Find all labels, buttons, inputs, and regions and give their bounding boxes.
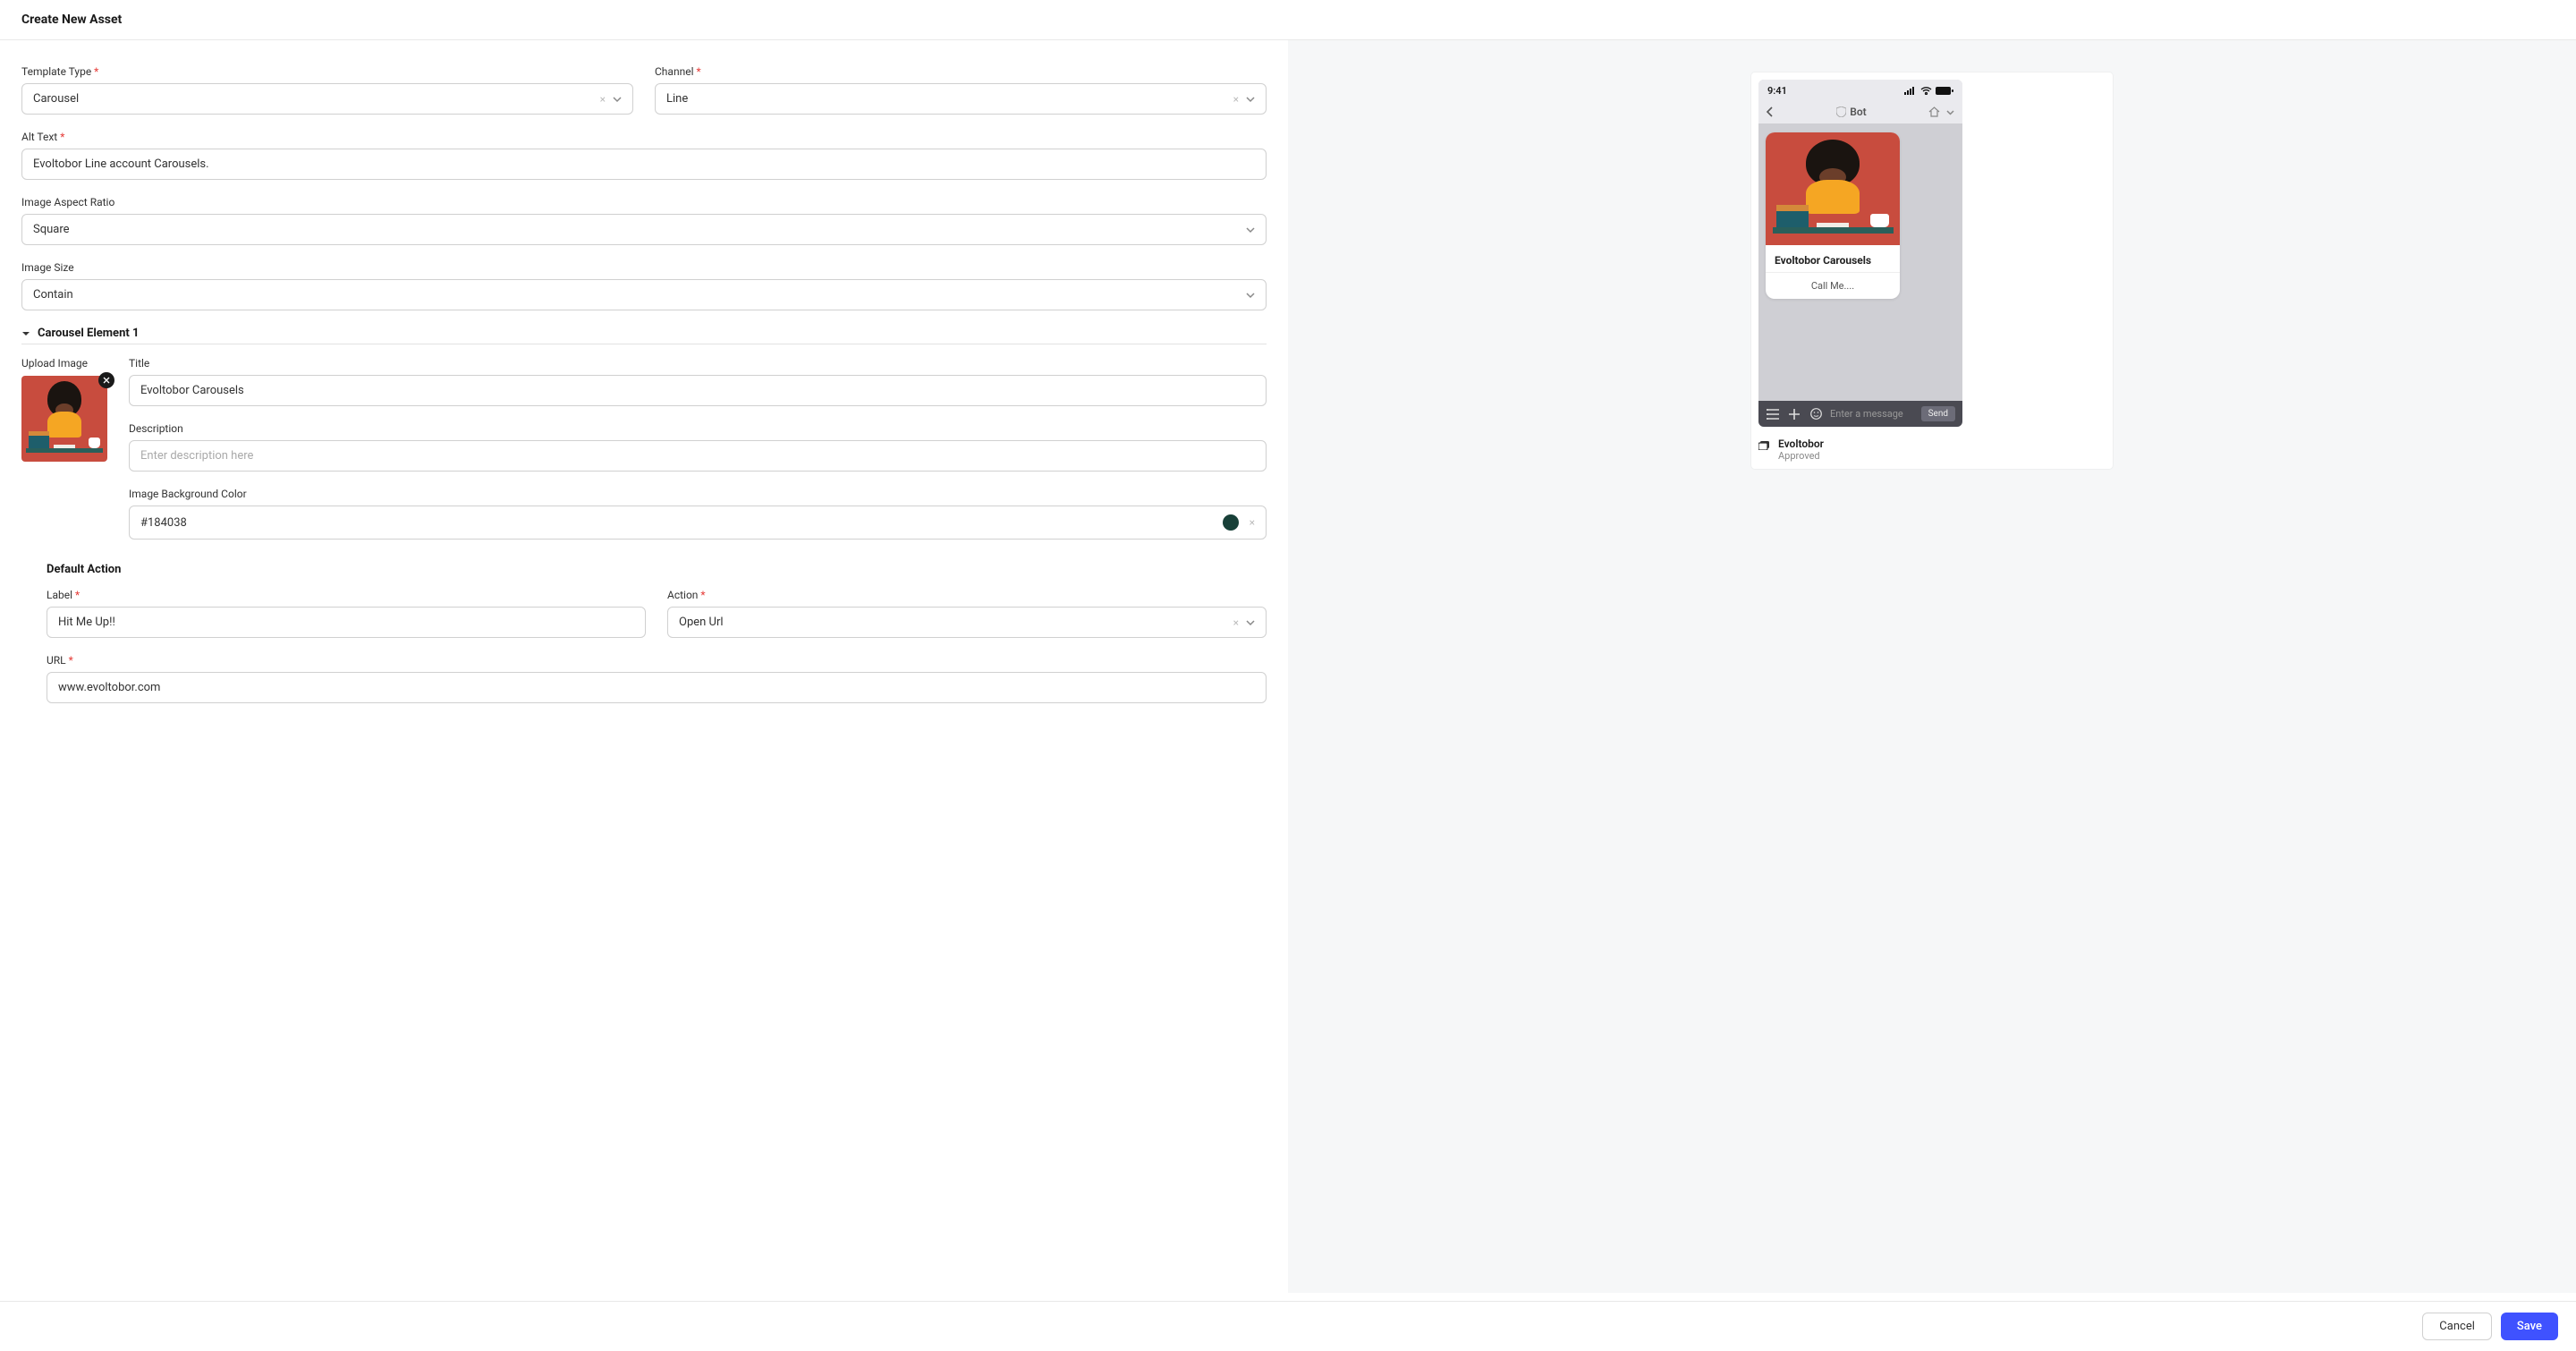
da-url-input[interactable]: [47, 672, 1267, 703]
shield-icon: [1836, 106, 1846, 117]
chevron-down-icon: [1246, 291, 1255, 300]
channel-value: Line: [666, 92, 688, 106]
uploaded-thumbnail: [21, 376, 107, 462]
channel-label: Channel: [655, 65, 1267, 78]
footer-actions: Cancel Save: [0, 1301, 2576, 1351]
phone-time: 9:41: [1767, 85, 1787, 97]
clear-icon[interactable]: ×: [1250, 516, 1255, 529]
emoji-icon: [1809, 407, 1823, 421]
chevron-down-icon: [1246, 618, 1255, 627]
form-panel: Template Type Carousel × Channel Line ×: [0, 40, 1288, 1293]
aspect-ratio-select[interactable]: Square: [21, 214, 1267, 245]
template-type-value: Carousel: [33, 92, 79, 106]
da-url-label: URL: [47, 654, 1267, 667]
preview-account-name: Evoltobor: [1778, 438, 1824, 450]
preview-card-image: [1766, 132, 1900, 245]
preview-panel: 9:41 Bot: [1288, 40, 2576, 1293]
carousel-section-header[interactable]: Carousel Element 1: [21, 327, 1267, 344]
preview-account-status: Approved: [1778, 450, 1824, 462]
wifi-icon: [1920, 87, 1932, 95]
da-action-select[interactable]: Open Url ×: [667, 607, 1267, 638]
bg-color-value: #184038: [140, 516, 187, 530]
image-size-value: Contain: [33, 288, 73, 302]
phone-composer: Enter a message Send: [1758, 401, 1962, 427]
chevron-down-icon: [613, 95, 622, 104]
phone-status-bar: 9:41: [1758, 80, 1962, 100]
color-swatch: [1223, 514, 1239, 531]
bg-color-label: Image Background Color: [129, 488, 1267, 500]
da-label-input[interactable]: [47, 607, 646, 638]
phone-preview: 9:41 Bot: [1758, 80, 1962, 427]
image-size-label: Image Size: [21, 261, 1267, 274]
cancel-button[interactable]: Cancel: [2422, 1313, 2492, 1340]
menu-icon: [1766, 407, 1780, 421]
bot-page-icon: [1758, 439, 1771, 450]
upload-image-label: Upload Image: [21, 357, 88, 370]
caret-down-icon: [21, 329, 30, 338]
image-size-select[interactable]: Contain: [21, 279, 1267, 310]
element-title-input[interactable]: [129, 375, 1267, 406]
home-icon: [1928, 106, 1940, 117]
composer-placeholder: Enter a message: [1830, 408, 1914, 420]
save-button[interactable]: Save: [2501, 1313, 2558, 1340]
page-title: Create New Asset: [0, 0, 2576, 40]
signal-icon: [1904, 87, 1917, 95]
bot-label: Bot: [1850, 106, 1866, 118]
alt-text-input[interactable]: [21, 149, 1267, 180]
battery-icon: [1936, 87, 1953, 95]
chevron-down-icon: [1246, 225, 1255, 234]
bg-color-input[interactable]: #184038 ×: [129, 506, 1267, 540]
preview-card: Evoltobor Carousels Call Me....: [1766, 132, 1900, 299]
element-description-input[interactable]: [129, 440, 1267, 472]
preview-card-title: Evoltobor Carousels: [1766, 245, 1900, 272]
back-icon: [1766, 106, 1775, 117]
template-type-select[interactable]: Carousel ×: [21, 83, 633, 115]
phone-topbar: Bot: [1758, 100, 1962, 123]
clear-icon[interactable]: ×: [600, 93, 606, 106]
aspect-ratio-value: Square: [33, 223, 70, 236]
default-action-header: Default Action: [47, 563, 1267, 576]
element-description-label: Description: [129, 422, 1267, 435]
da-action-value: Open Url: [679, 616, 724, 629]
element-title-label: Title: [129, 357, 1267, 370]
carousel-section-title: Carousel Element 1: [38, 327, 139, 340]
template-type-label: Template Type: [21, 65, 633, 78]
chevron-down-icon: [1945, 107, 1955, 117]
da-label-label: Label: [47, 589, 646, 601]
alt-text-label: Alt Text: [21, 131, 1267, 143]
channel-select[interactable]: Line ×: [655, 83, 1267, 115]
aspect-ratio-label: Image Aspect Ratio: [21, 196, 1267, 208]
upload-image-preview[interactable]: [21, 376, 107, 462]
da-action-label: Action: [667, 589, 1267, 601]
chevron-down-icon: [1246, 95, 1255, 104]
remove-image-icon[interactable]: [98, 372, 114, 388]
clear-icon[interactable]: ×: [1233, 93, 1239, 106]
send-button: Send: [1921, 406, 1955, 421]
plus-icon: [1787, 407, 1801, 421]
preview-card-button: Call Me....: [1766, 272, 1900, 299]
clear-icon[interactable]: ×: [1233, 616, 1239, 629]
